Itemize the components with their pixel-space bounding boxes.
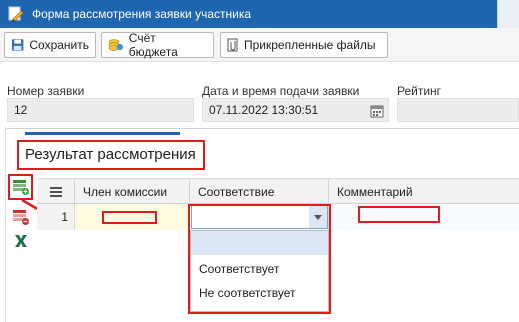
close-button[interactable]: [497, 0, 519, 28]
window-title: Форма рассмотрения заявки участника: [32, 7, 252, 21]
active-tab-indicator: [25, 132, 180, 135]
compliance-highlight: [188, 204, 331, 314]
rating-label: Рейтинг: [397, 84, 442, 98]
window-titlebar: Форма рассмотрения заявки участника: [0, 0, 519, 28]
section-title: Результат рассмотрения: [17, 140, 205, 170]
grid-menu-button[interactable]: [37, 179, 75, 205]
rating-field[interactable]: [397, 98, 519, 122]
grid-header: Член комиссии Соответствие Комментарий: [37, 178, 519, 205]
column-header-member[interactable]: Член комиссии: [75, 179, 190, 205]
attached-files-button[interactable]: Прикрепленные файлы: [220, 32, 388, 58]
toolbar: Сохранить Счёт бюджета Прикрепленные фай…: [0, 28, 519, 62]
submission-datetime-field[interactable]: 07.11.2022 13:30:51: [202, 98, 389, 122]
attachment-icon: [227, 38, 238, 52]
row-number: 1: [37, 204, 75, 230]
save-button[interactable]: Сохранить: [4, 32, 96, 58]
save-button-label: Сохранить: [29, 38, 89, 52]
budget-coins-icon: [108, 39, 124, 51]
excel-export-button[interactable]: [11, 231, 31, 251]
pencil-icon: [8, 6, 24, 22]
column-header-comment[interactable]: Комментарий: [329, 179, 519, 205]
section-title-text: Результат рассмотрения: [25, 146, 196, 163]
menu-icon: [49, 187, 62, 197]
submission-datetime-label: Дата и время подачи заявки: [202, 84, 360, 98]
add-row-icon: [13, 180, 29, 195]
column-header-compliance[interactable]: Соответствие: [190, 179, 329, 205]
application-number-field[interactable]: 12: [7, 98, 194, 122]
budget-account-button-label: Счёт бюджета: [128, 31, 178, 59]
attached-files-button-label: Прикрепленные файлы: [244, 38, 376, 52]
excel-export-icon: [15, 235, 27, 247]
submission-datetime-value: 07.11.2022 13:30:51: [209, 103, 319, 117]
application-number-value: 12: [14, 103, 28, 117]
budget-account-button[interactable]: Счёт бюджета: [101, 31, 214, 59]
save-icon: [11, 39, 24, 51]
add-row-button[interactable]: [11, 177, 31, 197]
member-highlight: [102, 211, 157, 224]
application-number-label: Номер заявки: [7, 84, 85, 98]
comment-highlight: [358, 206, 440, 223]
calendar-icon[interactable]: [370, 103, 384, 118]
